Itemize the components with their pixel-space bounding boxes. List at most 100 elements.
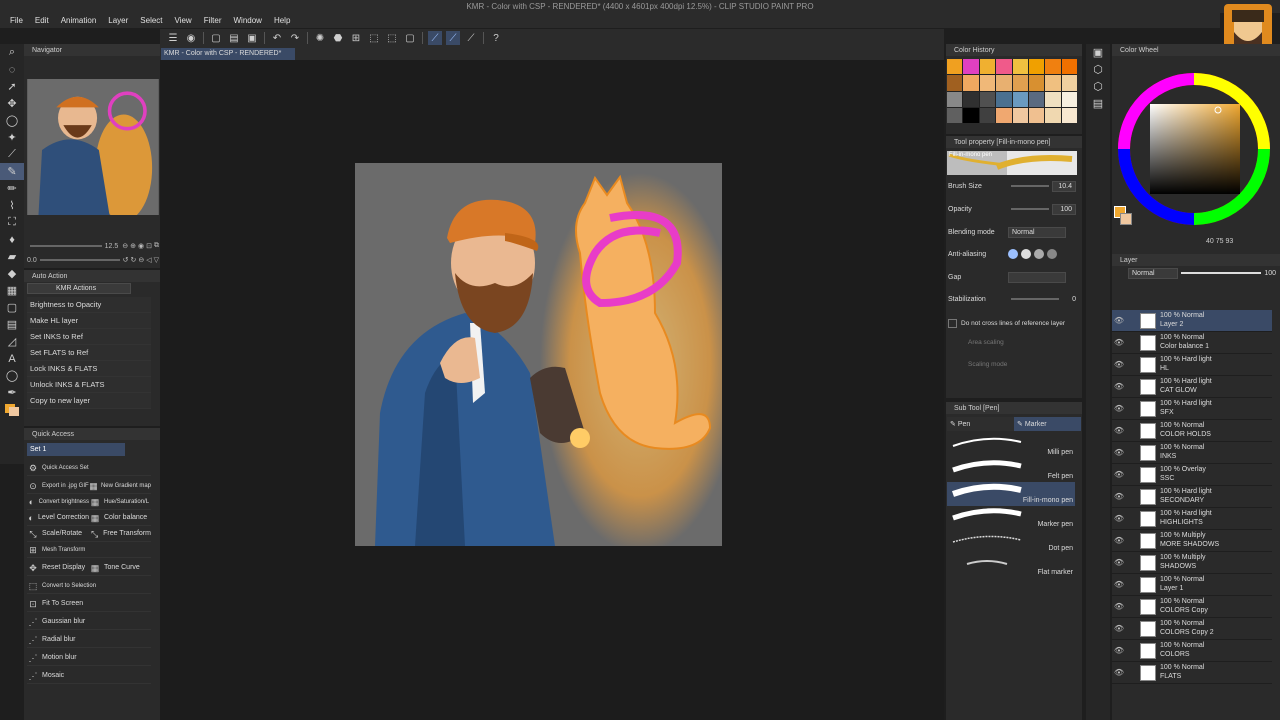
quick-item-reset-display[interactable]: ✥ Reset Display <box>27 562 89 574</box>
pen-tool-icon[interactable]: ✎ <box>0 163 24 180</box>
layer-row[interactable]: 👁 100 % Normal Color balance 1 <box>1112 332 1272 354</box>
quick-item-level[interactable]: ◐ Level Correction <box>27 512 89 524</box>
color-swatch[interactable] <box>996 107 1012 123</box>
gradient-icon[interactable]: ▦ <box>0 282 24 299</box>
layer-row[interactable]: 👁 100 % Multiply MORE SHADOWS <box>1112 530 1272 552</box>
layer-opacity-slider[interactable] <box>1181 272 1262 274</box>
color-swatch[interactable] <box>1012 107 1028 123</box>
color-swatch[interactable] <box>1045 75 1061 91</box>
sub-color-swatch[interactable] <box>1120 213 1132 225</box>
material-icon[interactable]: ▤ <box>1086 95 1110 112</box>
color-swatch[interactable] <box>1045 59 1061 75</box>
menu-layer[interactable]: Layer <box>108 16 128 25</box>
tab-marker[interactable]: ✎ Marker <box>1014 417 1081 431</box>
layer-row[interactable]: 👁 100 % Normal INKS <box>1112 442 1272 464</box>
menu-view[interactable]: View <box>175 16 192 25</box>
color-swatch[interactable] <box>963 91 979 107</box>
visibility-eye-icon[interactable]: 👁 <box>1112 558 1126 567</box>
color-swatch[interactable] <box>996 59 1012 75</box>
layer-row[interactable]: 👁 100 % Hard light SECONDARY <box>1112 486 1272 508</box>
color-swatch[interactable] <box>979 75 996 91</box>
visibility-eye-icon[interactable]: 👁 <box>1112 360 1126 369</box>
color-swatch[interactable] <box>1028 107 1045 123</box>
visibility-eye-icon[interactable]: 👁 <box>1112 448 1126 457</box>
rotate-right-icon[interactable]: ↻ <box>130 256 136 264</box>
deselect-icon[interactable]: ⬚ <box>367 31 381 45</box>
action-item[interactable]: Lock INKS & FLATS <box>27 361 151 377</box>
quick-item-mosaic[interactable]: ⋰ Mosaic <box>27 668 151 684</box>
aa-none-icon[interactable] <box>1008 249 1018 259</box>
visibility-eye-icon[interactable]: 👁 <box>1112 470 1126 479</box>
document-tab[interactable]: KMR - Color with CSP - RENDERED* <box>161 48 295 60</box>
quick-item-mesh[interactable]: ⊞ Mesh Transform <box>27 542 151 558</box>
layer-row[interactable]: 👁 100 % Normal COLORS Copy 2 <box>1112 618 1272 640</box>
zoom-tool-icon[interactable]: ⌕ <box>0 44 24 61</box>
hand-tool-icon[interactable]: ◌ <box>0 61 24 78</box>
color-swatch[interactable] <box>947 107 963 123</box>
layer-row[interactable]: 👁 100 % Normal COLOR HOLDS <box>1112 420 1272 442</box>
visibility-eye-icon[interactable]: 👁 <box>1112 382 1126 391</box>
layer-row[interactable]: 👁 100 % Overlay SSC <box>1112 464 1272 486</box>
undo-icon[interactable]: ↶ <box>270 31 284 45</box>
correct-line-icon[interactable]: ✒ <box>0 384 24 401</box>
new-file-icon[interactable]: ▢ <box>209 31 223 45</box>
color-swatch[interactable] <box>1061 59 1077 75</box>
quick-item-color-balance[interactable]: ▦ Color balance <box>89 512 151 524</box>
visibility-eye-icon[interactable]: 👁 <box>1112 514 1126 523</box>
layer-row[interactable]: 👁 100 % Hard light HL <box>1112 354 1272 376</box>
color-swatch[interactable] <box>1061 107 1077 123</box>
color-swatch[interactable] <box>979 59 996 75</box>
color-swatch[interactable] <box>996 91 1012 107</box>
quick-item-convert-selection[interactable]: ⬚ Convert to Selection <box>27 578 151 594</box>
action-item[interactable]: Copy to new layer <box>27 393 151 409</box>
layer-row[interactable]: 👁 100 % Normal COLORS Copy <box>1112 596 1272 618</box>
gap-control[interactable] <box>1008 271 1066 283</box>
layer-row[interactable]: 👁 100 % Normal FLATS <box>1112 662 1272 684</box>
flip-h-icon[interactable]: ◁ <box>146 256 151 264</box>
brush-item[interactable]: Flat marker <box>947 554 1075 578</box>
balloon-tool-icon[interactable]: ◯ <box>0 367 24 384</box>
color-swatch[interactable] <box>1028 59 1045 75</box>
color-swatch[interactable] <box>1012 75 1028 91</box>
visibility-eye-icon[interactable]: 👁 <box>1112 426 1126 435</box>
action-item[interactable]: Make HL layer <box>27 313 151 329</box>
color-swatch[interactable] <box>1012 91 1028 107</box>
brush-item[interactable]: Felt pen <box>947 458 1075 482</box>
brush-item[interactable]: Dot pen <box>947 530 1075 554</box>
ref-layer-checkbox[interactable] <box>948 318 957 328</box>
brush-size-slider[interactable] <box>1011 185 1049 187</box>
quick-item-scale[interactable]: ⤡ Scale/Rotate <box>27 528 89 540</box>
aa-options[interactable] <box>1008 249 1057 259</box>
eyedropper-icon[interactable]: ⟋ <box>0 146 24 163</box>
color-swatch[interactable] <box>947 75 963 91</box>
operation-tool-icon[interactable]: ➚ <box>0 78 24 95</box>
navigator-thumbnail[interactable] <box>27 79 159 215</box>
transform-icon[interactable]: ⊞ <box>349 31 363 45</box>
visibility-eye-icon[interactable]: 👁 <box>1112 404 1126 413</box>
stabilization-slider[interactable] <box>1011 298 1059 300</box>
quick-item-fit-screen[interactable]: ⊡ Fit To Screen <box>27 596 151 612</box>
pencil-tool-icon[interactable]: ✏ <box>0 180 24 197</box>
fit-icon[interactable]: ◉ <box>138 242 144 250</box>
menu-filter[interactable]: Filter <box>204 16 222 25</box>
menu-icon[interactable]: ☰ <box>166 31 180 45</box>
visibility-eye-icon[interactable]: 👁 <box>1112 536 1126 545</box>
menu-edit[interactable]: Edit <box>35 16 49 25</box>
visibility-eye-icon[interactable]: 👁 <box>1112 602 1126 611</box>
quick-item-gaussian[interactable]: ⋰ Gaussian blur <box>27 614 151 630</box>
brush-size-value[interactable]: 10.4 <box>1052 180 1076 192</box>
crop-icon[interactable]: ⬚ <box>385 31 399 45</box>
frame-tool-icon[interactable]: ▤ <box>0 316 24 333</box>
quick-item-hue[interactable]: ▦ Hue/Saturation/L <box>89 496 151 508</box>
magic-wand-icon[interactable]: ✦ <box>0 129 24 146</box>
visibility-eye-icon[interactable]: 👁 <box>1112 492 1126 501</box>
quick-item-export[interactable]: ⊙ Export in .jpg GIF <box>27 480 89 492</box>
menu-file[interactable]: File <box>10 16 23 25</box>
visibility-eye-icon[interactable]: 👁 <box>1112 338 1126 347</box>
color-swatch[interactable] <box>996 75 1012 91</box>
action-item[interactable]: Brightness to Opacity <box>27 297 151 313</box>
fill-tool-icon[interactable]: ◆ <box>0 265 24 282</box>
invert-icon[interactable]: ▢ <box>403 31 417 45</box>
color-swatch[interactable] <box>1028 75 1045 91</box>
layer-row[interactable]: 👁 100 % Hard light SFX <box>1112 398 1272 420</box>
